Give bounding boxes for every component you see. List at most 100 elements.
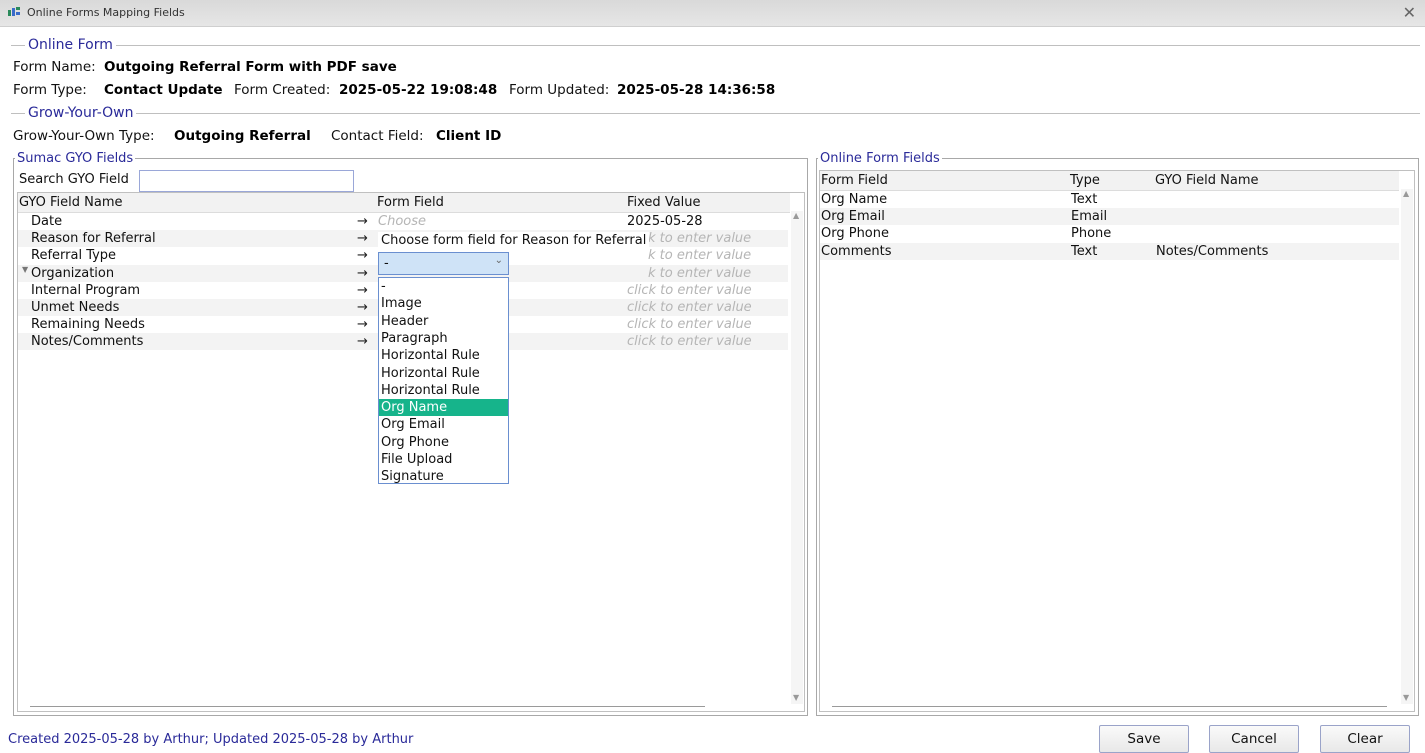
fixed-value-cell[interactable]: k to enter value [648, 248, 751, 263]
form-updated-value: 2025-05-28 14:36:58 [617, 82, 776, 98]
gyo-field-name-cell: Organization [31, 265, 115, 281]
form-fields-table-header: Form Field Type GYO Field Name [820, 171, 1399, 191]
vertical-scrollbar[interactable]: ▲ ▼ [1401, 189, 1413, 704]
save-button[interactable]: Save [1099, 725, 1189, 753]
fixed-value-cell[interactable]: click to enter value [627, 283, 752, 298]
section-divider [11, 45, 1420, 46]
arrow-right-icon: → [357, 231, 368, 247]
arrow-right-icon: → [357, 282, 368, 298]
dropdown-option[interactable]: Horizontal Rule [379, 365, 508, 382]
column-header-gyo-field-name[interactable]: GYO Field Name [19, 195, 123, 210]
dropdown-option[interactable]: Paragraph [379, 330, 508, 347]
search-gyo-input[interactable] [139, 170, 354, 192]
app-icon [8, 7, 20, 16]
fixed-value-cell[interactable]: click to enter value [627, 300, 752, 315]
contact-field-label: Contact Field: [331, 128, 424, 144]
gyo-field-name-cell: Reason for Referral [31, 231, 156, 247]
gyo-section-title: Grow-Your-Own [25, 105, 137, 121]
expand-triangle-icon[interactable]: ▼ [22, 265, 28, 274]
type-cell: Text [1071, 192, 1098, 207]
horizontal-scrollbar[interactable] [30, 706, 705, 707]
form-field-cell: Org Name [821, 192, 888, 207]
form-type-value: Contact Update [104, 82, 223, 98]
table-row[interactable]: Org Email Email [820, 208, 1399, 226]
gyo-type-label: Grow-Your-Own Type: [13, 128, 155, 144]
cancel-button[interactable]: Cancel [1209, 725, 1299, 753]
combo-selected-value: - [384, 256, 389, 271]
table-row[interactable]: Org Name Text [820, 191, 1399, 208]
scroll-down-icon[interactable]: ▼ [793, 693, 799, 702]
online-form-fields-title: Online Form Fields [818, 151, 942, 166]
dropdown-option[interactable]: File Upload [379, 451, 508, 468]
form-field-tooltip: Choose form field for Reason for Referra… [378, 232, 650, 249]
gyo-field-name-cell: Date [31, 214, 63, 229]
chevron-down-icon[interactable]: ⌄ [495, 255, 503, 266]
status-text: Created 2025-05-28 by Arthur; Updated 20… [8, 732, 414, 747]
form-field-cell: Comments [821, 243, 892, 259]
arrow-right-icon: → [357, 317, 368, 333]
dropdown-option[interactable]: Header [379, 313, 508, 330]
arrow-right-icon: → [357, 334, 368, 350]
scroll-up-icon[interactable]: ▲ [793, 211, 799, 220]
column-header-type[interactable]: Type [1070, 173, 1100, 188]
table-row[interactable]: Org Phone Phone [820, 225, 1399, 242]
dropdown-option[interactable]: Signature [379, 468, 508, 485]
form-field-cell: Org Phone [821, 226, 890, 242]
dropdown-option[interactable]: Horizontal Rule [379, 347, 508, 364]
form-field-cell: Org Email [821, 209, 885, 225]
form-field-combo[interactable]: - ⌄ [378, 252, 509, 275]
form-type-label: Form Type: [13, 82, 87, 98]
dropdown-option[interactable]: Image [379, 295, 508, 312]
gyo-field-name-cell: Referral Type [31, 248, 117, 264]
fixed-value-cell[interactable]: 2025-05-28 [627, 214, 703, 229]
fixed-value-cell[interactable]: k to enter value [648, 231, 751, 246]
form-name-label: Form Name: [13, 59, 96, 75]
arrow-right-icon: → [357, 214, 368, 229]
table-row[interactable]: Comments Text Notes/Comments [820, 242, 1399, 260]
sumac-gyo-fields-title: Sumac GYO Fields [15, 151, 136, 166]
form-field-cell[interactable]: Choose [378, 214, 426, 229]
dropdown-option[interactable]: Org Phone [379, 434, 508, 451]
gyo-field-name-cell: Notes/Comments [31, 334, 144, 350]
form-name-value: Outgoing Referral Form with PDF save [104, 59, 397, 75]
form-updated-label: Form Updated: [509, 82, 610, 98]
table-row[interactable]: Date → Choose 2025-05-28 [18, 213, 788, 230]
form-created-value: 2025-05-22 19:08:48 [339, 82, 498, 98]
gyo-field-name-cell: Notes/Comments [1156, 243, 1269, 259]
scroll-down-icon[interactable]: ▼ [1403, 693, 1409, 702]
form-created-label: Form Created: [234, 82, 331, 98]
gyo-table-header: GYO Field Name Form Field Fixed Value [18, 193, 790, 213]
close-icon[interactable]: ✕ [1403, 3, 1416, 22]
arrow-right-icon: → [357, 248, 368, 264]
online-form-section-title: Online Form [25, 37, 116, 53]
form-field-dropdown: - Image Header Paragraph Horizontal Rule Hori… [378, 277, 509, 484]
column-header-gyo-field-name[interactable]: GYO Field Name [1155, 173, 1259, 188]
fixed-value-cell[interactable]: click to enter value [627, 317, 752, 332]
clear-button[interactable]: Clear [1320, 725, 1410, 753]
column-header-form-field[interactable]: Form Field [377, 195, 444, 210]
fixed-value-cell[interactable]: click to enter value [627, 334, 752, 349]
type-cell: Text [1071, 243, 1098, 259]
dropdown-option[interactable]: Org Email [379, 416, 508, 433]
gyo-field-name-cell: Unmet Needs [31, 300, 120, 315]
vertical-scrollbar[interactable]: ▲ ▼ [791, 211, 803, 704]
window-title: Online Forms Mapping Fields [27, 6, 185, 19]
dropdown-option[interactable]: Horizontal Rule [379, 382, 508, 399]
column-header-fixed-value[interactable]: Fixed Value [627, 195, 701, 210]
dropdown-option[interactable]: Org Name [379, 399, 508, 417]
title-bar: Online Forms Mapping Fields ✕ [0, 0, 1425, 27]
gyo-field-name-cell: Remaining Needs [31, 317, 145, 333]
section-divider [11, 113, 1420, 114]
column-header-form-field[interactable]: Form Field [821, 173, 888, 188]
type-cell: Phone [1071, 226, 1112, 242]
gyo-type-value: Outgoing Referral [174, 128, 311, 144]
fixed-value-cell[interactable]: k to enter value [648, 266, 751, 281]
horizontal-scrollbar[interactable] [832, 706, 1387, 707]
scroll-up-icon[interactable]: ▲ [1403, 189, 1409, 198]
contact-field-value: Client ID [436, 128, 502, 144]
type-cell: Email [1071, 209, 1108, 225]
arrow-right-icon: → [357, 265, 368, 281]
dropdown-option[interactable]: - [379, 278, 508, 295]
arrow-right-icon: → [357, 300, 368, 315]
search-gyo-label: Search GYO Field [19, 172, 129, 187]
